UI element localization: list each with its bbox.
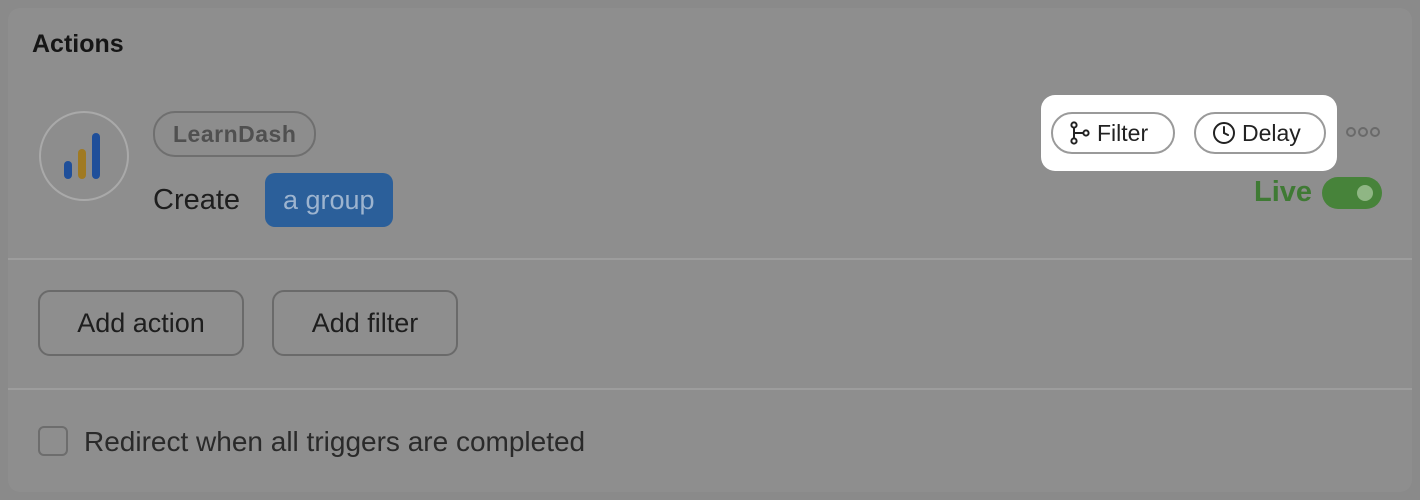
more-dots-icon <box>1346 127 1380 137</box>
toggle-knob <box>1357 185 1373 201</box>
live-toggle[interactable] <box>1322 177 1382 209</box>
learndash-bars-icon <box>64 133 100 179</box>
branch-icon <box>1069 121 1091 145</box>
add-action-button[interactable]: Add action <box>38 290 244 356</box>
more-options-button[interactable] <box>1345 123 1381 141</box>
filter-button[interactable]: Filter <box>1051 112 1175 154</box>
filter-label: Filter <box>1097 119 1149 146</box>
delay-button[interactable]: Delay <box>1194 112 1326 154</box>
divider <box>8 258 1412 260</box>
divider <box>8 388 1412 390</box>
action-object-chip[interactable]: a group <box>265 173 393 227</box>
clock-icon <box>1212 121 1236 145</box>
redirect-checkbox[interactable] <box>38 426 68 456</box>
add-filter-button[interactable]: Add filter <box>272 290 458 356</box>
app-logo <box>39 111 129 201</box>
app-name-tag[interactable]: LearnDash <box>153 111 317 157</box>
actions-panel: Actions LearnDash Create a group Filter <box>8 8 1412 492</box>
redirect-label[interactable]: Redirect when all triggers are completed <box>84 426 585 458</box>
action-verb: Create <box>153 184 241 216</box>
delay-label: Delay <box>1242 119 1301 146</box>
section-title: Actions <box>32 30 124 58</box>
live-status-label: Live <box>1254 176 1313 208</box>
